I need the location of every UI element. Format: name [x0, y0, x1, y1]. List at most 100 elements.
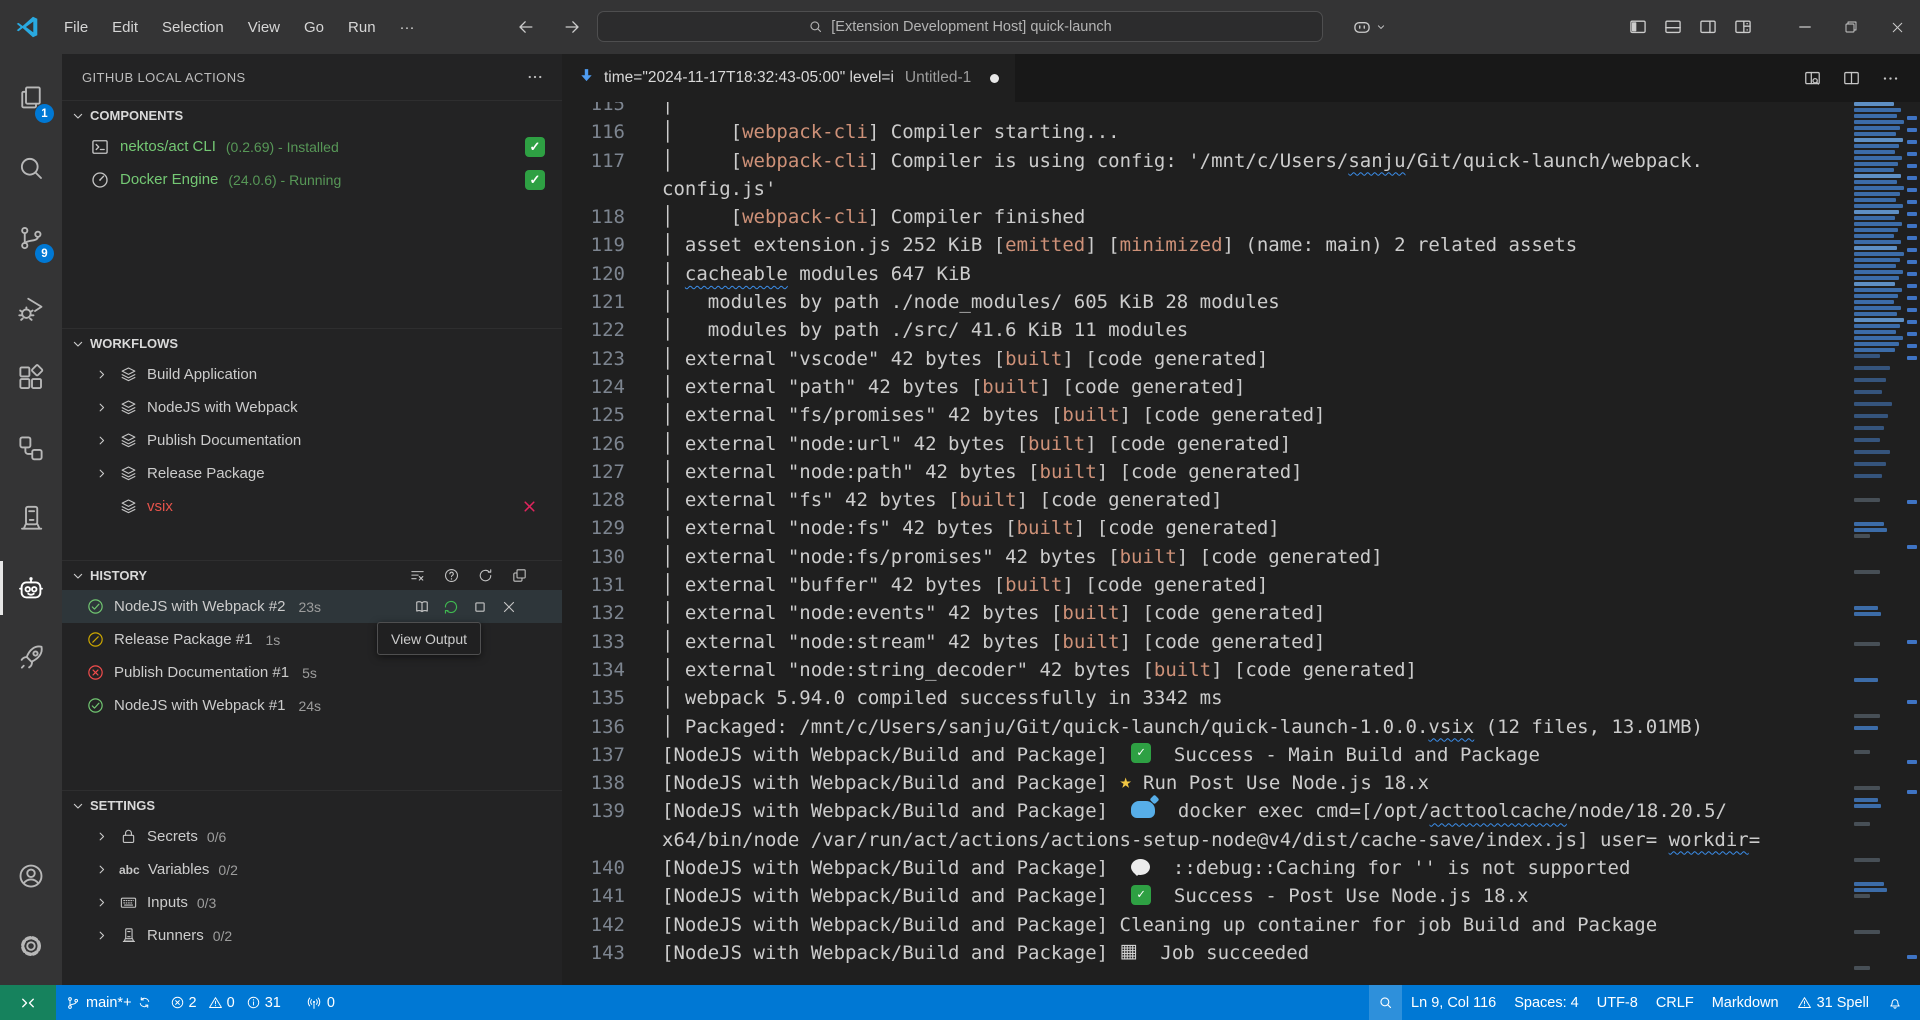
ports-item[interactable]: 0 [297, 985, 344, 1020]
activity-item-explorer[interactable]: 1 [0, 63, 62, 133]
section-header-workflows[interactable]: WORKFLOWS [62, 328, 562, 358]
section-header-history[interactable]: HISTORY [62, 560, 562, 590]
title-bar-controls [1620, 0, 1920, 54]
indentation-item[interactable]: Spaces: 4 [1505, 985, 1588, 1020]
history-nodejs-with-webpack-2[interactable]: NodeJS with Webpack #223s [62, 590, 562, 623]
history-publish-documentation-1[interactable]: Publish Documentation #15s [62, 656, 562, 689]
menu-file[interactable]: File [52, 10, 100, 44]
menu-go[interactable]: Go [292, 10, 336, 44]
chevron-right-icon[interactable] [92, 401, 110, 414]
chevron-right-icon[interactable] [92, 830, 110, 843]
component-nektos-act-cli[interactable]: nektos/act CLI(0.2.69) - Installed✓ [62, 130, 562, 163]
workflow-vsix[interactable]: vsix [62, 490, 562, 523]
code-line-137: 137[NodeJS with Webpack/Build and Packag… [562, 741, 1854, 769]
spell-checker-item[interactable]: 31 Spell [1788, 985, 1878, 1020]
tab-secondary-label: Untitled-1 [905, 69, 971, 87]
chevron-right-icon[interactable] [92, 896, 110, 909]
workflow-publish-documentation[interactable]: Publish Documentation [62, 424, 562, 457]
title-bar: FileEditSelectionViewGoRun··· [Extension… [0, 0, 1920, 54]
menu-view[interactable]: View [236, 10, 292, 44]
menu-run[interactable]: Run [336, 10, 388, 44]
remote-indicator[interactable] [0, 985, 56, 1020]
activity-item-search[interactable] [0, 133, 62, 203]
settings-variables[interactable]: abcVariables0/2 [62, 853, 562, 886]
more-actions-icon[interactable] [526, 68, 544, 86]
section-header-settings[interactable]: SETTINGS [62, 790, 562, 820]
code-line-123: 123│ external "vscode" 42 bytes [built] … [562, 345, 1854, 373]
collapse-all-button[interactable] [511, 567, 528, 584]
activity-item-manage-settings[interactable] [0, 911, 62, 981]
minimize-button[interactable] [1782, 0, 1828, 54]
activity-item-rocket[interactable] [0, 623, 62, 693]
notifications-bell[interactable] [1878, 985, 1912, 1020]
dismiss-button[interactable] [500, 598, 518, 616]
close-button[interactable] [1874, 0, 1920, 54]
chevron-right-icon[interactable] [92, 863, 110, 876]
go-back-button[interactable] [516, 17, 536, 37]
restore-button[interactable] [1828, 0, 1874, 54]
cursor-position-item[interactable]: Ln 9, Col 116 [1402, 985, 1505, 1020]
code-line-125: 125│ external "fs/promises" 42 bytes [bu… [562, 401, 1854, 429]
settings-inputs[interactable]: Inputs0/3 [62, 886, 562, 919]
checkbox-checked[interactable]: ✓ [525, 137, 545, 157]
sync-icon [137, 995, 152, 1010]
go-forward-button[interactable] [562, 17, 582, 37]
menu-edit[interactable]: Edit [100, 10, 150, 44]
section-settings: SETTINGS Secrets0/6abcVariables0/2Inputs… [62, 790, 562, 952]
refresh-button[interactable] [477, 567, 494, 584]
workflow-build-application[interactable]: Build Application [62, 358, 562, 391]
activity-item-run-and-debug[interactable] [0, 273, 62, 343]
stop-button[interactable] [471, 598, 489, 616]
problems-item[interactable]: 2 0 31 [161, 985, 297, 1020]
history-nodejs-with-webpack-1[interactable]: NodeJS with Webpack #124s [62, 689, 562, 722]
more-actions-icon[interactable] [1881, 69, 1900, 88]
view-output-button[interactable] [413, 598, 431, 616]
menu-more[interactable]: ··· [388, 10, 427, 44]
encoding-item[interactable]: UTF-8 [1588, 985, 1647, 1020]
chevron-right-icon[interactable] [92, 368, 110, 381]
language-mode-item[interactable]: Markdown [1703, 985, 1788, 1020]
modified-dot-icon[interactable] [990, 74, 999, 83]
checkbox-checked[interactable]: ✓ [525, 170, 545, 190]
chevron-right-icon[interactable] [92, 467, 110, 480]
section-header-components[interactable]: COMPONENTS [62, 100, 562, 130]
toggle-secondary-sidebar-button[interactable] [1690, 17, 1725, 37]
minimap[interactable] [1854, 102, 1904, 985]
git-branch-item[interactable]: main*+ [56, 985, 161, 1020]
activity-item-source-control[interactable]: 9 [0, 203, 62, 273]
chevron-right-icon[interactable] [92, 434, 110, 447]
toggle-panel-button[interactable] [1655, 17, 1690, 37]
activity-item-hierarchy[interactable] [0, 413, 62, 483]
component-docker-engine[interactable]: Docker Engine(24.0.6) - Running✓ [62, 163, 562, 196]
status-bar: main*+ 2 0 31 0 Ln 9, Col 116 Spaces: 4 … [0, 985, 1920, 1020]
toggle-primary-sidebar-button[interactable] [1620, 17, 1655, 37]
settings-runners[interactable]: Runners0/2 [62, 919, 562, 952]
help-button[interactable] [443, 567, 460, 584]
code-line-120: 120│ cacheable modules 647 KiB [562, 260, 1854, 288]
clear-history-button[interactable] [409, 567, 426, 584]
history-release-package-1[interactable]: Release Package #11s [62, 623, 562, 656]
open-preview-button[interactable] [1803, 69, 1822, 88]
menu-selection[interactable]: Selection [150, 10, 236, 44]
settings-secrets[interactable]: Secrets0/6 [62, 820, 562, 853]
editor-body[interactable]: 115│116│ [webpack-cli] Compiler starting… [562, 102, 1920, 985]
activity-item-github-local-actions[interactable] [0, 553, 62, 623]
activity-item-accounts[interactable] [0, 841, 62, 911]
zoom-indicator[interactable] [1369, 985, 1402, 1020]
tab-untitled-1[interactable]: time="2024-11-17T18:32:43-05:00" level=i… [562, 54, 1015, 102]
restart-button[interactable] [442, 598, 460, 616]
code-line-121: 121│ modules by path ./node_modules/ 605… [562, 288, 1854, 316]
chevron-right-icon[interactable] [92, 929, 110, 942]
command-center[interactable]: [Extension Development Host] quick-launc… [597, 11, 1323, 42]
code-line-128: 128│ external "fs" 42 bytes [built] [cod… [562, 486, 1854, 514]
customize-layout-button[interactable] [1725, 17, 1760, 37]
copilot-menu[interactable] [1352, 0, 1388, 54]
activity-item-extensions[interactable] [0, 343, 62, 413]
remove-workflow-icon[interactable] [521, 498, 538, 515]
eol-item[interactable]: CRLF [1647, 985, 1703, 1020]
workflow-release-package[interactable]: Release Package [62, 457, 562, 490]
code-line-139: 139[NodeJS with Webpack/Build and Packag… [562, 797, 1854, 825]
workflow-nodejs-with-webpack[interactable]: NodeJS with Webpack [62, 391, 562, 424]
activity-item-runner-device[interactable] [0, 483, 62, 553]
split-editor-button[interactable] [1842, 69, 1861, 88]
